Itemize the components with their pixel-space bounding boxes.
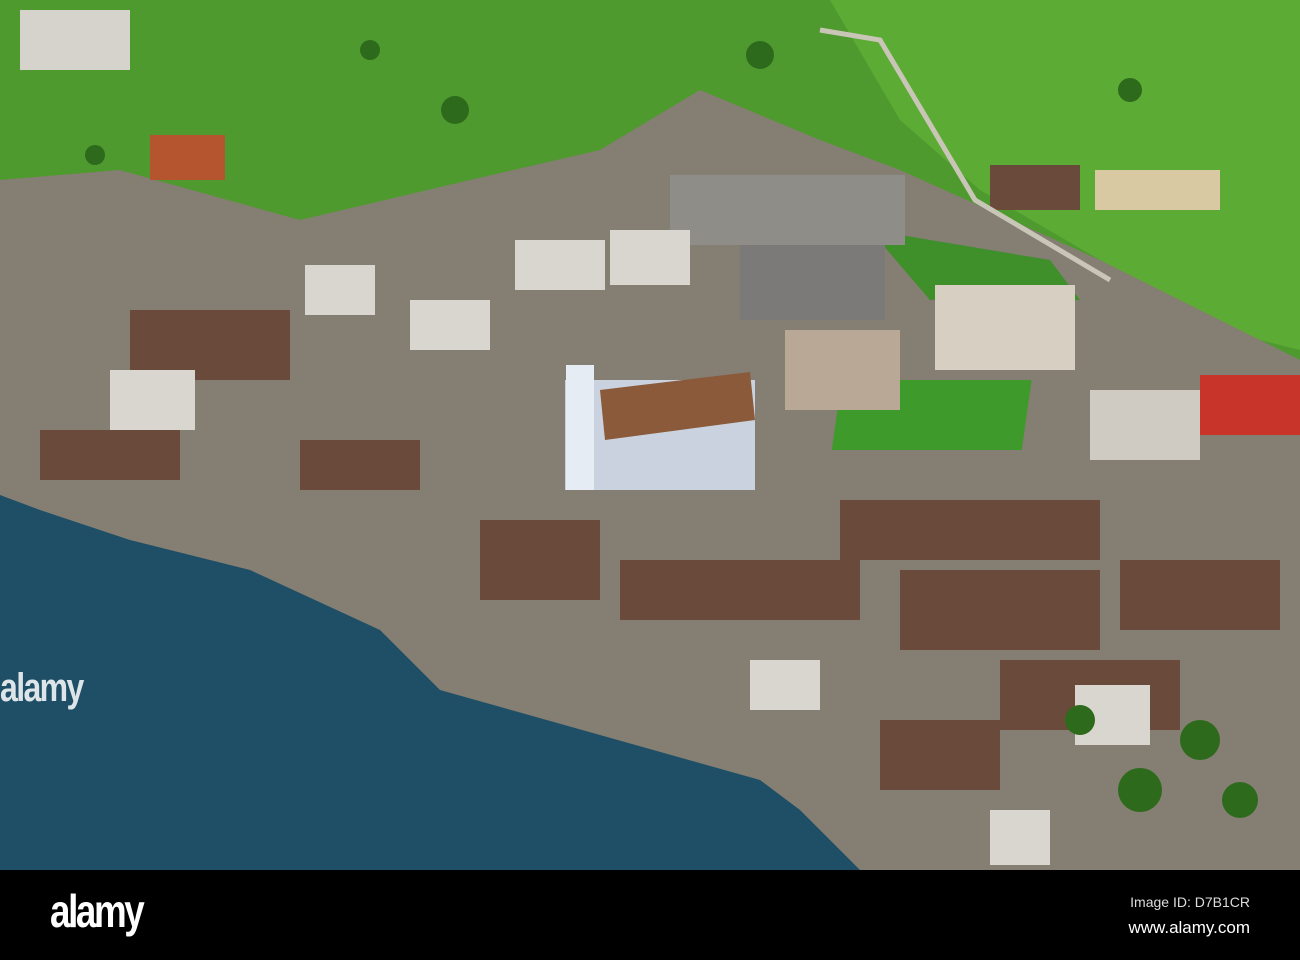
building-a xyxy=(935,285,1075,370)
building-c xyxy=(785,330,900,410)
building-d xyxy=(20,10,130,70)
barn xyxy=(990,165,1080,210)
aerial-town-photo xyxy=(0,0,1300,870)
footer-bar: alamy Image ID: D7B1CR www.alamy.com xyxy=(0,870,1300,960)
farmhouse xyxy=(150,135,225,180)
sand-pit xyxy=(1095,170,1220,210)
building-red xyxy=(1200,375,1300,435)
school-hall xyxy=(740,245,885,320)
image-id: Image ID: D7B1CR xyxy=(1130,894,1250,910)
church-tower xyxy=(566,365,594,490)
stock-photo: alamy alamy Image ID: D7B1CR www.alamy.c… xyxy=(0,0,1300,960)
building-b xyxy=(1090,390,1200,460)
school-building xyxy=(670,175,905,245)
alamy-watermark-overlay: alamy xyxy=(0,666,84,710)
alamy-logo: alamy xyxy=(50,885,145,937)
site-url: www.alamy.com xyxy=(1128,918,1250,937)
